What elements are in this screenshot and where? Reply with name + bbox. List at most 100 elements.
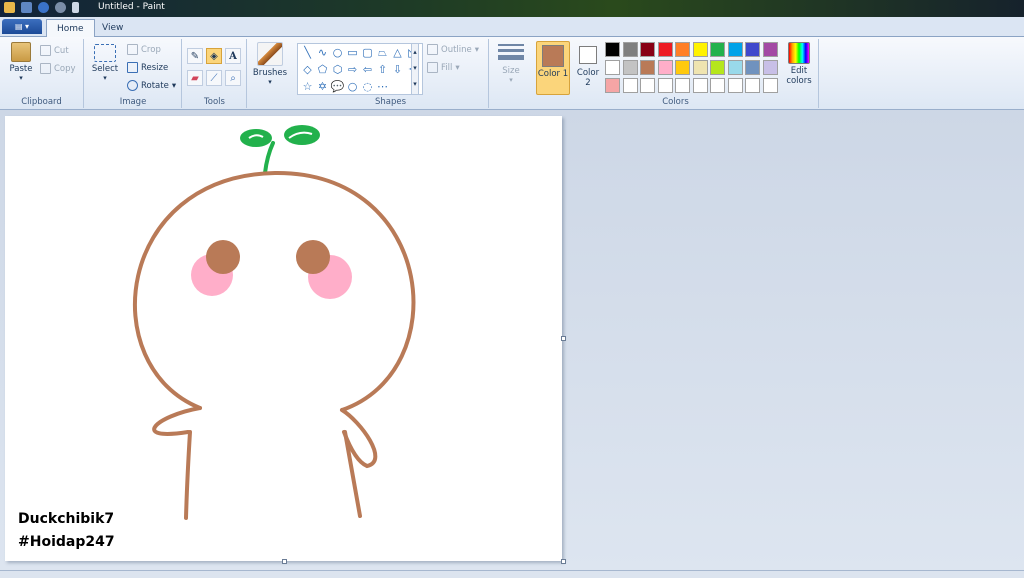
shape-option-icon[interactable]: ⇨ bbox=[345, 61, 360, 78]
shape-option-icon[interactable]: ▭ bbox=[345, 44, 360, 61]
copy-button[interactable]: Copy bbox=[40, 63, 76, 74]
select-label: Select bbox=[91, 64, 119, 74]
palette-color-swatch[interactable] bbox=[622, 60, 638, 75]
magnifier-icon[interactable]: ⌕ bbox=[225, 70, 241, 86]
redo-icon[interactable] bbox=[55, 2, 66, 13]
shape-option-icon[interactable]: ⬡ bbox=[330, 61, 345, 78]
crop-icon bbox=[127, 44, 138, 55]
palette-color-swatch[interactable] bbox=[745, 78, 760, 93]
palette-color-swatch[interactable] bbox=[692, 60, 708, 75]
crop-label: Crop bbox=[141, 44, 161, 55]
shapes-gallery[interactable]: ╲∿○▭▢⏢△◺◇⬠⬡⇨⇦⇧⇩✦☆✡💬○◌⋯ bbox=[297, 43, 423, 95]
select-button[interactable]: Select ▾ bbox=[89, 44, 121, 82]
palette-color-swatch[interactable] bbox=[605, 78, 620, 93]
palette-color-swatch[interactable] bbox=[657, 42, 673, 57]
fill-button[interactable]: Fill ▾ bbox=[427, 62, 460, 73]
palette-color-swatch[interactable] bbox=[692, 78, 708, 93]
fill-bucket-icon[interactable]: ◈ bbox=[206, 48, 222, 64]
palette-color-swatch[interactable] bbox=[657, 78, 673, 93]
palette-color-swatch[interactable] bbox=[710, 42, 725, 57]
save-icon[interactable] bbox=[21, 2, 32, 13]
shape-option-icon[interactable]: ⇩ bbox=[390, 61, 405, 78]
size-button[interactable]: Size ▾ bbox=[495, 44, 527, 84]
palette-color-swatch[interactable] bbox=[675, 78, 690, 93]
color2-swatch bbox=[579, 46, 597, 64]
right-eye bbox=[296, 240, 330, 274]
shape-option-icon[interactable]: ✡ bbox=[315, 78, 330, 95]
palette-color-swatch[interactable] bbox=[692, 42, 708, 57]
shape-option-icon[interactable]: ∿ bbox=[315, 44, 330, 61]
color2-button[interactable]: Color 2 bbox=[573, 41, 603, 88]
left-arm bbox=[152, 406, 202, 436]
color1-button[interactable]: Color 1 bbox=[536, 41, 570, 95]
shape-option-icon[interactable]: 💬 bbox=[330, 78, 345, 95]
outline-button[interactable]: Outline ▾ bbox=[427, 44, 479, 55]
image-group: Select ▾ Crop Resize Rotate ▾ Image bbox=[85, 39, 182, 108]
shapes-scroll[interactable]: ▴ ▾ ▾ bbox=[411, 43, 419, 95]
palette-color-swatch[interactable] bbox=[710, 60, 725, 75]
shape-option-icon[interactable]: ◇ bbox=[300, 61, 315, 78]
canvas-resize-handle-bottom[interactable] bbox=[282, 559, 287, 564]
caption-line-2: #Hoidap247 bbox=[18, 534, 115, 550]
brushes-button[interactable]: Brushes ▾ bbox=[251, 42, 289, 86]
drawing-canvas[interactable]: Duckchibik7 #Hoidap247 bbox=[5, 116, 562, 561]
shape-option-icon[interactable]: ⇦ bbox=[360, 61, 375, 78]
shape-option-icon[interactable]: ⋯ bbox=[375, 78, 390, 95]
palette-color-swatch[interactable] bbox=[622, 78, 638, 93]
tab-home[interactable]: Home bbox=[46, 19, 95, 38]
colors-group-label: Colors bbox=[662, 97, 689, 107]
crop-button[interactable]: Crop bbox=[127, 44, 161, 55]
caption-line-1: Duckchibik7 bbox=[18, 511, 115, 527]
palette-color-swatch[interactable] bbox=[640, 78, 655, 93]
palette-color-swatch[interactable] bbox=[727, 78, 743, 93]
shape-option-icon[interactable]: △ bbox=[390, 44, 405, 61]
pencil-icon[interactable]: ✎ bbox=[187, 48, 203, 64]
color-picker-icon[interactable]: ⟋ bbox=[206, 70, 222, 86]
palette-color-swatch[interactable] bbox=[762, 42, 778, 57]
shape-option-icon[interactable]: ⏢ bbox=[375, 44, 390, 61]
edit-colors-button[interactable]: Edit colors bbox=[783, 42, 815, 86]
shape-option-icon[interactable]: ○ bbox=[330, 44, 345, 61]
palette-color-swatch[interactable] bbox=[727, 60, 743, 75]
size-lines-icon bbox=[498, 44, 524, 60]
fill-icon bbox=[427, 62, 438, 73]
palette-color-swatch[interactable] bbox=[727, 42, 743, 57]
resize-icon bbox=[127, 62, 138, 73]
palette-color-swatch[interactable] bbox=[622, 42, 638, 57]
edit-colors-icon bbox=[788, 42, 810, 64]
shape-option-icon[interactable]: ▢ bbox=[360, 44, 375, 61]
palette-color-swatch[interactable] bbox=[640, 60, 655, 75]
customize-quick-access-icon[interactable] bbox=[72, 2, 79, 13]
palette-color-swatch[interactable] bbox=[762, 60, 778, 75]
palette-color-swatch[interactable] bbox=[675, 60, 690, 75]
palette-color-swatch[interactable] bbox=[710, 78, 725, 93]
shape-option-icon[interactable]: ⇧ bbox=[375, 61, 390, 78]
text-tool-icon[interactable]: A bbox=[225, 48, 241, 64]
paint-menu-button[interactable]: ▤ ▾ bbox=[2, 19, 42, 34]
canvas-resize-handle-right[interactable] bbox=[561, 336, 566, 341]
palette-color-swatch[interactable] bbox=[675, 42, 690, 57]
canvas-resize-handle-corner[interactable] bbox=[561, 559, 566, 564]
undo-icon[interactable] bbox=[38, 2, 49, 13]
canvas-workspace[interactable]: Duckchibik7 #Hoidap247 bbox=[0, 110, 1024, 570]
paste-button[interactable]: Paste ▾ bbox=[6, 42, 36, 82]
cut-button[interactable]: Cut bbox=[40, 45, 69, 56]
palette-color-swatch[interactable] bbox=[605, 60, 620, 75]
shape-option-icon[interactable]: ╲ bbox=[300, 44, 315, 61]
palette-color-swatch[interactable] bbox=[745, 42, 760, 57]
palette-color-swatch[interactable] bbox=[605, 42, 620, 57]
palette-color-swatch[interactable] bbox=[762, 78, 778, 93]
shape-option-icon[interactable]: ⬠ bbox=[315, 61, 330, 78]
title-bar: Untitled - Paint bbox=[0, 0, 1024, 17]
palette-color-swatch[interactable] bbox=[657, 60, 673, 75]
palette-color-swatch[interactable] bbox=[745, 60, 760, 75]
shape-option-icon[interactable]: ◌ bbox=[360, 78, 375, 95]
paint-app-icon[interactable] bbox=[4, 2, 15, 13]
rotate-button[interactable]: Rotate ▾ bbox=[127, 80, 176, 91]
eraser-icon[interactable]: ▰ bbox=[187, 70, 203, 86]
palette-color-swatch[interactable] bbox=[640, 42, 655, 57]
shape-option-icon[interactable]: ○ bbox=[345, 78, 360, 95]
tab-view[interactable]: View bbox=[92, 19, 133, 38]
resize-button[interactable]: Resize bbox=[127, 62, 168, 73]
shape-option-icon[interactable]: ☆ bbox=[300, 78, 315, 95]
